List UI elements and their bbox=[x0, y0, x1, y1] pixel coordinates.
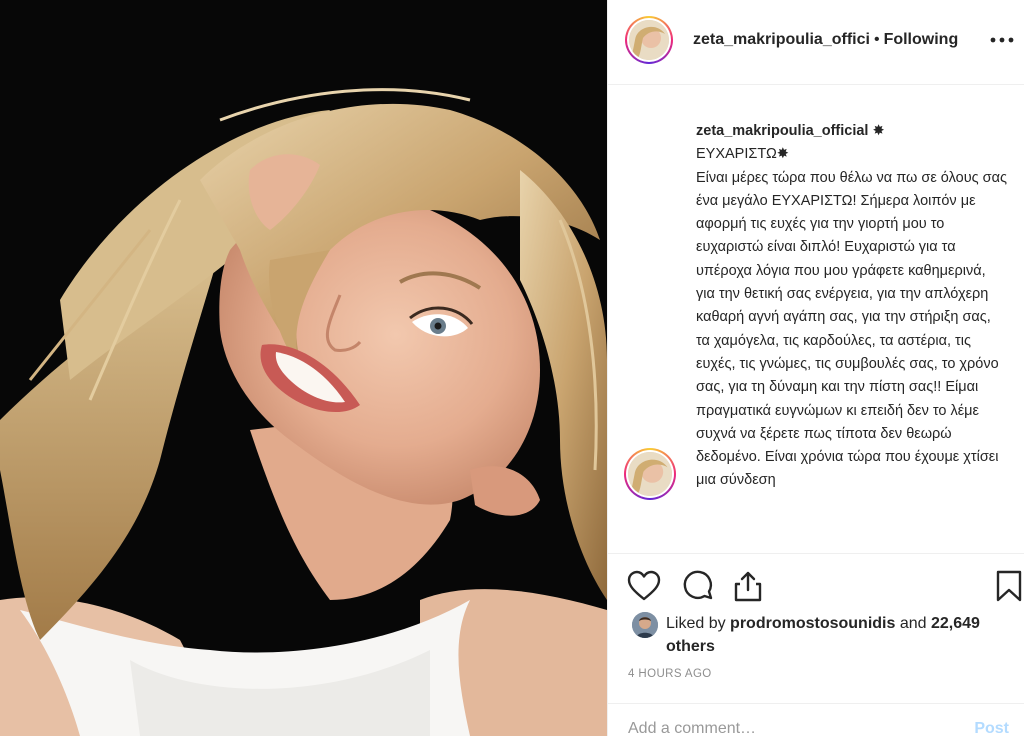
caption-avatar[interactable] bbox=[624, 448, 676, 500]
action-bar bbox=[608, 553, 1024, 607]
star-icon: ✸ bbox=[776, 146, 789, 163]
caption-username[interactable]: zeta_makripoulia_official bbox=[696, 123, 868, 139]
header-text: zeta_makripoulia_offici • Following bbox=[693, 31, 958, 49]
avatar-image bbox=[628, 452, 672, 496]
author-avatar[interactable] bbox=[625, 16, 673, 64]
liker-username[interactable]: prodromostosounidis bbox=[730, 615, 895, 632]
caption-first-line: ΕΥΧΑΡΙΣΤΩ bbox=[696, 146, 777, 163]
following-button[interactable]: Following bbox=[884, 31, 959, 48]
post-comment-button[interactable]: Post bbox=[974, 720, 1009, 736]
author-username[interactable]: zeta_makripoulia_offici bbox=[693, 31, 870, 48]
portrait-image bbox=[0, 0, 607, 736]
bookmark-icon[interactable] bbox=[991, 568, 1024, 604]
caption-text: Είναι μέρες τώρα που θέλω να πω σε όλους… bbox=[696, 169, 1007, 489]
share-icon[interactable] bbox=[730, 568, 766, 604]
post-timestamp[interactable]: 4 HOURS AGO bbox=[628, 668, 712, 680]
star-icon: ✸ bbox=[872, 123, 885, 139]
post-caption: zeta_makripoulia_official ✸ ΕΥΧΑΡΙΣΤΩ✸ Ε… bbox=[696, 120, 1008, 493]
like-heart-icon[interactable] bbox=[626, 568, 662, 604]
comment-input[interactable] bbox=[628, 720, 928, 736]
more-options-icon[interactable] bbox=[987, 28, 1017, 52]
header-separator: • bbox=[873, 31, 880, 48]
likes-section: Liked by prodromostosounidis and 22,649 … bbox=[608, 607, 1024, 663]
likes-conj: and bbox=[899, 615, 927, 632]
post-header: zeta_makripoulia_offici • Following bbox=[608, 0, 1024, 85]
likes-text: Liked by prodromostosounidis and 22,649 … bbox=[666, 612, 996, 658]
post-photo[interactable] bbox=[0, 0, 607, 736]
caption-area: zeta_makripoulia_official ✸ ΕΥΧΑΡΙΣΤΩ✸ Ε… bbox=[608, 86, 1024, 552]
likes-prefix: Liked by bbox=[666, 615, 726, 632]
comment-bar: Post bbox=[608, 703, 1024, 736]
liker-avatar[interactable] bbox=[632, 612, 658, 638]
comment-icon[interactable] bbox=[680, 568, 716, 604]
post-side-panel: zeta_makripoulia_offici • Following zeta_m… bbox=[607, 0, 1024, 736]
avatar-image bbox=[629, 20, 669, 60]
